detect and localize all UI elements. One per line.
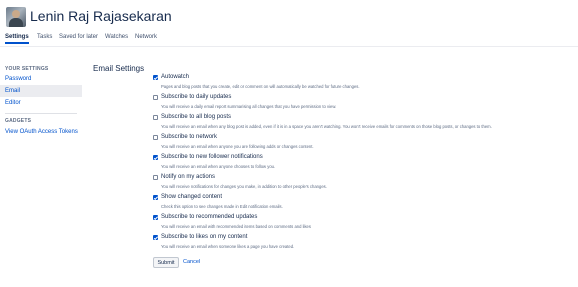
- autowatch-checkbox[interactable]: [153, 75, 158, 80]
- option-description: You will receive a daily email report su…: [161, 104, 337, 109]
- option-description: You will receive an email when any blog …: [161, 124, 492, 129]
- sidebar-heading-gadgets: GADGETS: [5, 118, 32, 124]
- tab-tasks[interactable]: Tasks: [37, 32, 52, 44]
- tab-network[interactable]: Network: [135, 32, 157, 44]
- recommended-updates-checkbox[interactable]: [153, 215, 158, 220]
- sidebar-item-oauth-tokens[interactable]: View OAuth Access Tokens: [0, 126, 82, 138]
- option-label: Subscribe to new follower notifications: [161, 154, 263, 160]
- tabs-divider: [0, 46, 578, 47]
- daily-updates-checkbox[interactable]: [153, 95, 158, 100]
- sidebar-divider: [5, 113, 77, 114]
- option-label: Autowatch: [161, 74, 190, 80]
- option-label: Show changed content: [161, 194, 223, 200]
- sidebar-item-email[interactable]: Email: [0, 85, 82, 97]
- submit-button[interactable]: Submit: [153, 257, 179, 268]
- likes-on-content-checkbox[interactable]: [153, 235, 158, 240]
- notify-my-actions-checkbox[interactable]: [153, 175, 158, 180]
- page-title: Lenin Raj Rajasekaran: [30, 8, 172, 24]
- sidebar-item-password[interactable]: Password: [0, 73, 82, 85]
- option-label: Subscribe to network: [161, 134, 218, 140]
- option-label: Notify on my actions: [161, 174, 216, 180]
- option-description: You will receive an email when anyone yo…: [161, 144, 314, 149]
- option-description: You will receive notifications for chang…: [161, 184, 327, 189]
- section-title: Email Settings: [93, 64, 145, 73]
- all-blog-posts-checkbox[interactable]: [153, 115, 158, 120]
- option-description: You will receive an email with recommend…: [161, 224, 311, 229]
- option-label: Subscribe to all blog posts: [161, 114, 232, 120]
- option-label: Subscribe to daily updates: [161, 94, 232, 100]
- tab-watches[interactable]: Watches: [105, 32, 128, 44]
- avatar-body-shape: [9, 18, 23, 27]
- avatar[interactable]: [6, 7, 26, 27]
- avatar-head-shape: [12, 10, 20, 18]
- option-description: Pages and blog posts that you create, ed…: [161, 84, 360, 89]
- follower-notifications-checkbox[interactable]: [153, 155, 158, 160]
- option-description: You will receive an email when anyone ch…: [161, 164, 276, 169]
- show-changed-content-checkbox[interactable]: [153, 195, 158, 200]
- tab-settings[interactable]: Settings: [5, 32, 29, 44]
- option-description: You will receive an email when someone l…: [161, 244, 295, 249]
- sidebar-item-editor[interactable]: Editor: [0, 97, 82, 109]
- sidebar-heading-your-settings: YOUR SETTINGS: [5, 66, 49, 72]
- cancel-link[interactable]: Cancel: [183, 259, 200, 265]
- option-description: Check this option to see changes made in…: [161, 204, 283, 209]
- tab-saved-for-later[interactable]: Saved for later: [59, 32, 98, 44]
- option-label: Subscribe to recommended updates: [161, 214, 258, 220]
- network-checkbox[interactable]: [153, 135, 158, 140]
- option-label: Subscribe to likes on my content: [161, 234, 248, 240]
